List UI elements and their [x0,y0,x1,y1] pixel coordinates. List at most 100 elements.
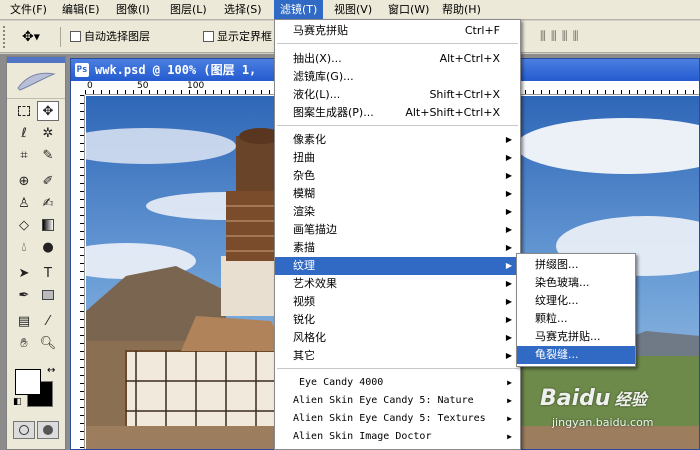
menu-item-pattern-maker[interactable]: 图案生成器(P)... Alt+Shift+Ctrl+X [275,104,520,122]
crop-tool-icon[interactable]: ⌗ [13,145,35,165]
divider [60,27,61,47]
menu-help[interactable]: 帮助(H) [436,0,487,20]
shortcut-label: Alt+Shift+Ctrl+X [405,106,500,119]
hand-tool-icon[interactable]: ✋︎ [13,333,35,353]
marquee-tool-icon[interactable] [13,101,35,121]
menu-layer[interactable]: 图层(L) [164,0,213,20]
quick-mask-mode-button[interactable] [37,421,59,439]
menu-item-other[interactable]: 其它 ▶ [275,347,520,365]
submenu-arrow-icon: ▶ [505,189,512,198]
type-tool-icon[interactable]: T [37,263,59,283]
menu-item-sketch[interactable]: 素描 ▶ [275,239,520,257]
menu-item-pixelate[interactable]: 像素化 ▶ [275,131,520,149]
show-bounds-option[interactable]: 显示定界框 [203,30,272,44]
menu-item-eye-candy-textures[interactable]: Alien Skin Eye Candy 5: Textures ▶ [275,410,520,428]
swap-colors-icon[interactable]: ↔ [47,365,55,376]
menu-item-label: 图案生成器(P)... [293,106,374,119]
zoom-tool-icon[interactable]: 🔍︎ [37,333,59,353]
menu-item-video[interactable]: 视频 ▶ [275,293,520,311]
magic-wand-tool-icon[interactable]: ✲ [37,123,59,143]
foreground-color-swatch[interactable] [15,369,41,395]
align-distribute-icons[interactable]: ⫴⫴⫴⫴ [540,29,584,45]
menu-item-noise[interactable]: 杂色 ▶ [275,167,520,185]
menu-item-filter-gallery[interactable]: 滤镜库(G)... [275,68,520,86]
default-colors-icon[interactable]: ◧ [13,397,22,407]
menu-window[interactable]: 窗口(W) [382,0,435,20]
submenu-item-craquelure[interactable]: 龟裂缝... [517,346,635,364]
menu-item-brush-strokes[interactable]: 画笔描边 ▶ [275,221,520,239]
menu-filter[interactable]: 滤镜(T) [274,0,324,20]
gradient-tool-icon[interactable] [37,215,59,235]
vertical-ruler[interactable] [71,95,85,449]
auto-select-layer-option[interactable]: 自动选择图层 [70,30,150,44]
document-icon: Ps [75,63,89,77]
menu-item-eye-candy-nature[interactable]: Alien Skin Eye Candy 5: Nature ▶ [275,392,520,410]
menu-item-label: Alien Skin Eye Candy 5: Textures [293,413,486,424]
menu-item-last-filter[interactable]: 马赛克拼贴 Ctrl+F [275,22,520,40]
eyedropper-tool-icon[interactable]: ⁄ [37,311,59,331]
submenu-arrow-icon: ▶ [505,315,512,324]
menu-item-label: Eye Candy 4000 [299,377,384,388]
submenu-item-grain[interactable]: 颗粒... [517,310,635,328]
submenu-arrow-icon: ▶ [507,414,512,423]
pen-tool-icon[interactable]: ✒ [13,285,35,305]
dodge-tool-icon[interactable]: ● [37,237,59,257]
submenu-item-patchwork[interactable]: 拼缀图... [517,256,635,274]
submenu-arrow-icon: ▶ [505,153,512,162]
menu-separator [277,125,518,126]
menu-item-label: Alien Skin Image Doctor [293,431,432,442]
menu-item-label: 渲染 [293,205,315,218]
auto-select-checkbox[interactable] [70,31,81,42]
document-title: wwk.psd @ 100% (图层 1, [95,63,257,77]
path-selection-tool-icon[interactable]: ➤ [13,263,35,283]
shape-tool-icon[interactable] [37,285,59,305]
menu-image[interactable]: 图像(I) [110,0,156,20]
lasso-tool-icon[interactable]: ℓ [13,123,35,143]
menu-item-label: 像素化 [293,133,326,146]
menu-item-render[interactable]: 渲染 ▶ [275,203,520,221]
menu-item-sharpen[interactable]: 锐化 ▶ [275,311,520,329]
shortcut-label: Alt+Ctrl+X [439,52,500,65]
menu-item-label: 其它 [293,349,315,362]
submenu-item-mosaic-tiles[interactable]: 马赛克拼贴... [517,328,635,346]
menu-item-distort[interactable]: 扭曲 ▶ [275,149,520,167]
auto-select-label: 自动选择图层 [84,30,150,43]
eraser-tool-icon[interactable]: ◇ [13,215,35,235]
show-bounds-checkbox[interactable] [203,31,214,42]
move-tool-preset-icon[interactable]: ✥▼ [22,29,40,45]
feather-logo-icon[interactable] [7,63,65,99]
clone-stamp-tool-icon[interactable]: ♙ [13,193,35,213]
menu-file[interactable]: 文件(F) [4,0,53,20]
submenu-item-stained-glass[interactable]: 染色玻璃... [517,274,635,292]
submenu-item-texturizer[interactable]: 纹理化... [517,292,635,310]
menu-item-blur[interactable]: 模糊 ▶ [275,185,520,203]
menu-view[interactable]: 视图(V) [328,0,378,20]
submenu-arrow-icon: ▶ [505,333,512,342]
menu-item-extract[interactable]: 抽出(X)... Alt+Ctrl+X [275,50,520,68]
move-tool-icon[interactable]: ✥ [37,101,59,121]
submenu-arrow-icon: ▶ [505,171,512,180]
submenu-arrow-icon: ▶ [505,135,512,144]
history-brush-tool-icon[interactable]: ✍ [37,193,59,213]
standard-mode-button[interactable] [13,421,35,439]
notes-tool-icon[interactable]: ▤ [13,311,35,331]
healing-brush-tool-icon[interactable]: ⊕ [13,171,35,191]
menu-item-stylize[interactable]: 风格化 ▶ [275,329,520,347]
submenu-arrow-icon: ▶ [505,261,512,270]
submenu-arrow-icon: ▶ [505,351,512,360]
menu-item-liquify[interactable]: 液化(L)... Shift+Ctrl+X [275,86,520,104]
menu-select[interactable]: 选择(S) [218,0,268,20]
brush-tool-icon[interactable]: ✐ [37,171,59,191]
menu-bar: 文件(F) 编辑(E) 图像(I) 图层(L) 选择(S) 滤镜(T) 视图(V… [0,0,700,20]
menu-edit[interactable]: 编辑(E) [56,0,106,20]
submenu-arrow-icon: ▶ [505,207,512,216]
menu-item-eye-candy-4000[interactable]: Eye Candy 4000 ▶ [275,374,520,392]
slice-tool-icon[interactable]: ✎ [37,145,59,165]
blur-tool-icon[interactable]: 💧︎ [13,237,35,257]
menu-item-label: 马赛克拼贴 [293,24,348,37]
menu-item-image-doctor[interactable]: Alien Skin Image Doctor ▶ [275,428,520,446]
menu-item-texture[interactable]: 纹理 ▶ [275,257,520,275]
toolbar-grip[interactable] [3,26,7,48]
menu-item-artistic[interactable]: 艺术效果 ▶ [275,275,520,293]
watermark-url: jingyan.baidu.com [552,416,654,429]
